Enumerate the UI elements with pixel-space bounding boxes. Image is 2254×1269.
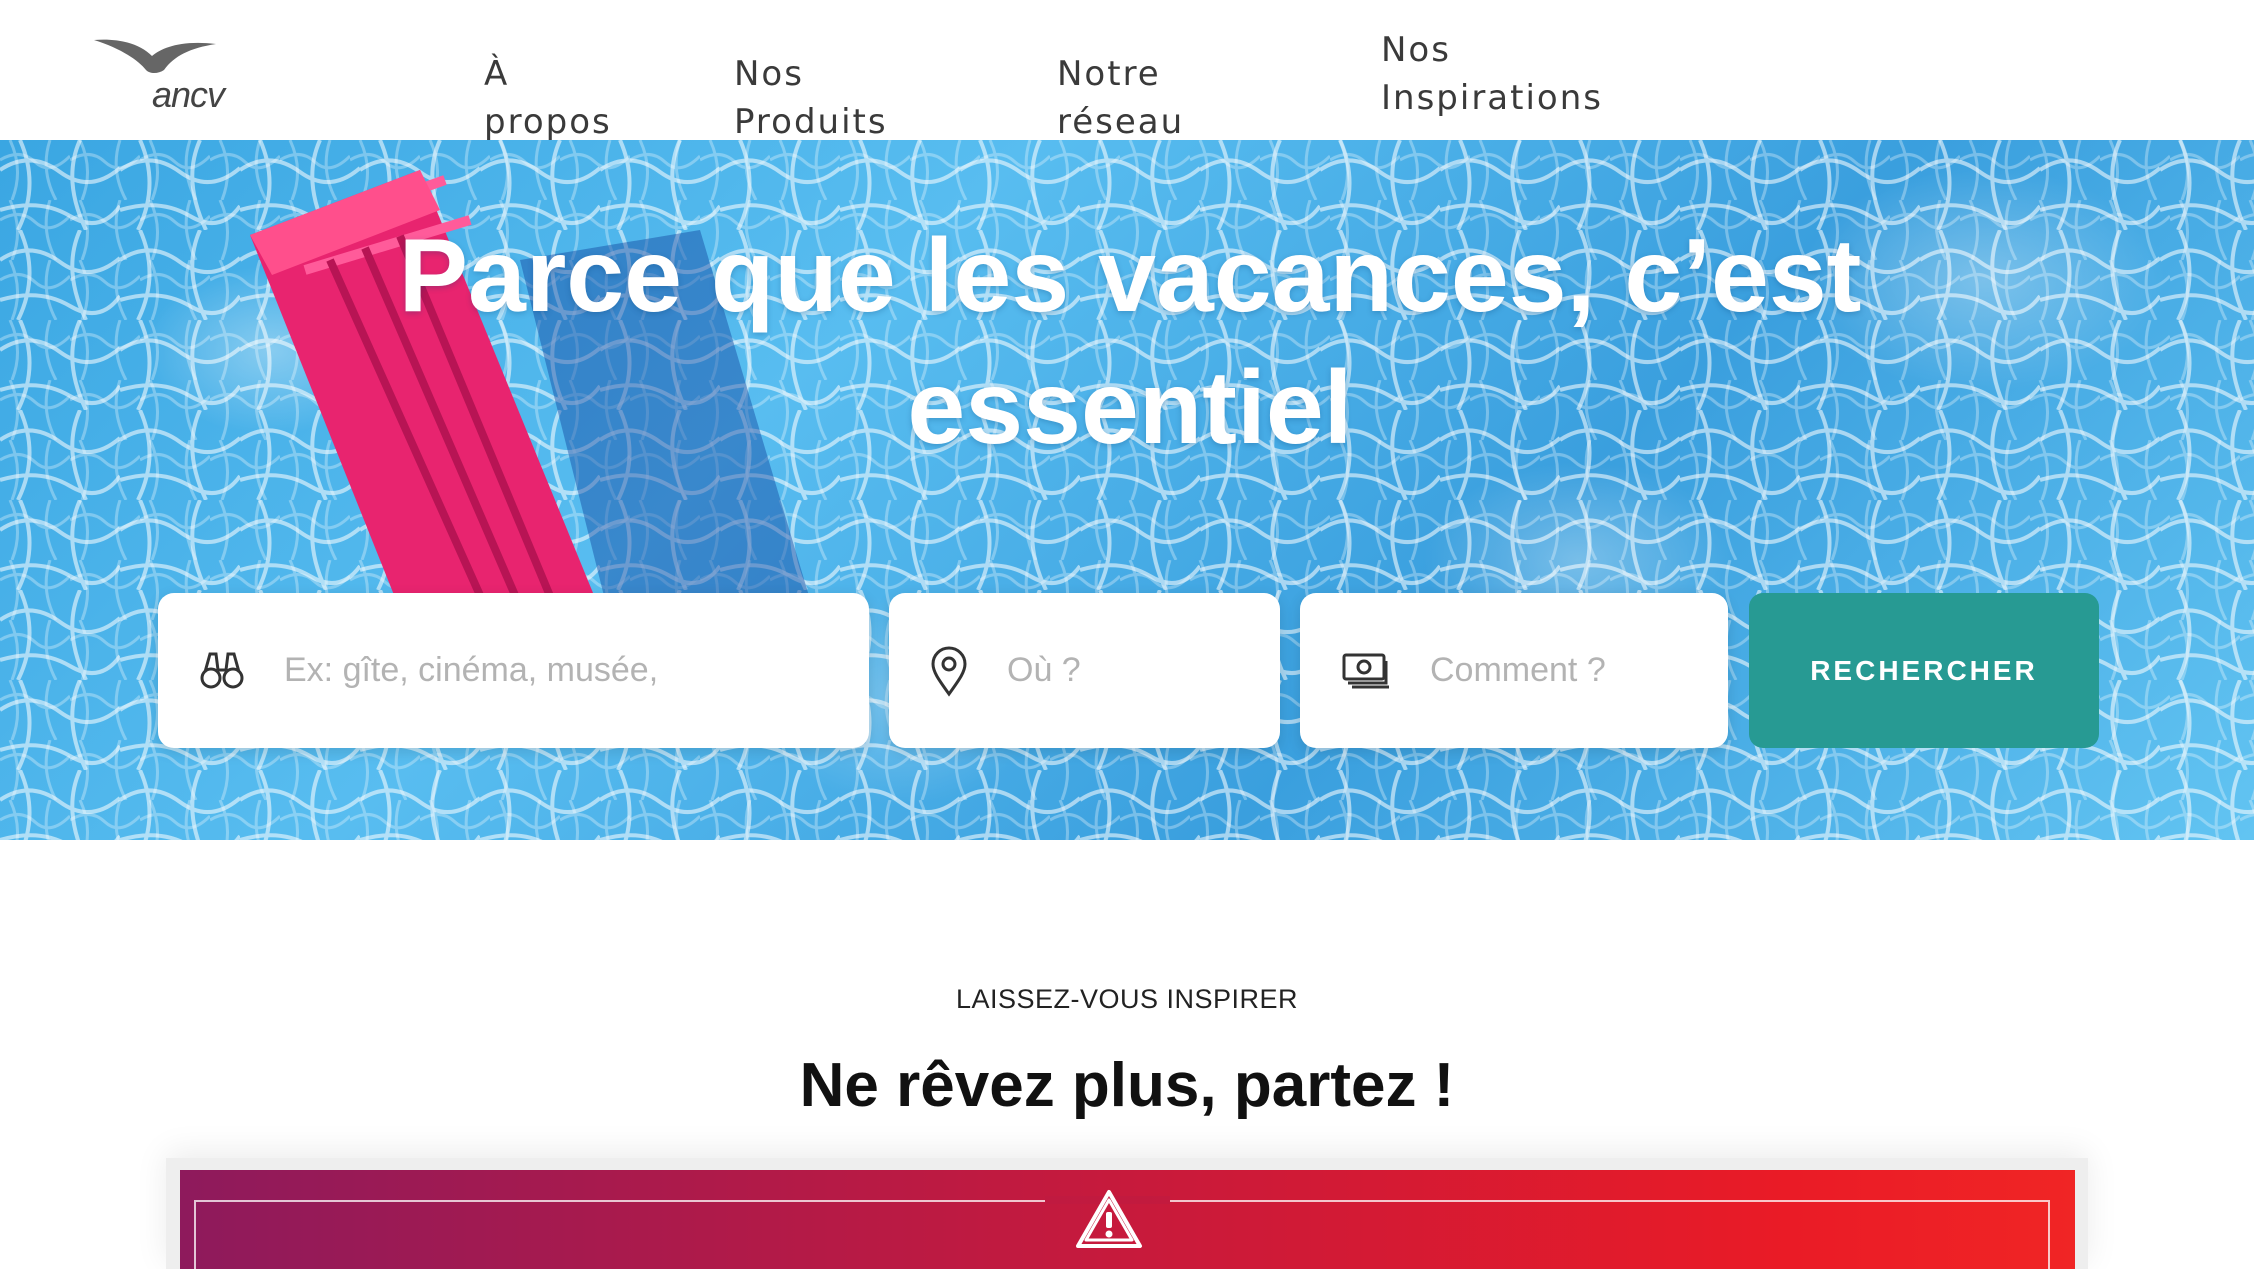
- search-how-field[interactable]: Comment ?: [1300, 593, 1728, 748]
- logo-text: ancv: [152, 74, 225, 115]
- site-header: ancv À propos Nos Produits Notre réseau …: [0, 0, 2254, 142]
- search-what-field[interactable]: Ex: gîte, cinéma, musée,: [158, 593, 869, 748]
- section-eyebrow: LAISSEZ-VOUS INSPIRER: [955, 984, 1299, 1014]
- banknotes-icon: [1342, 653, 1389, 689]
- search-how-placeholder: Comment ?: [1430, 651, 1606, 689]
- nav-item-a-propos[interactable]: À propos: [484, 50, 612, 146]
- search-where-placeholder: Où ?: [1007, 651, 1081, 689]
- nav-item-label-line2: Inspirations: [1381, 78, 1603, 118]
- section-title: Ne rêvez plus, partez !: [799, 1051, 1455, 1120]
- search-where-field[interactable]: Où ?: [889, 593, 1280, 748]
- hero-banner: Parce que les vacances, c’est essentiel …: [0, 140, 2254, 840]
- hero-title: Parce que les vacances, c’est essentiel: [398, 218, 1862, 466]
- ancv-logo[interactable]: ancv: [90, 30, 250, 120]
- nav-item-notre-reseau[interactable]: Notre réseau: [1057, 50, 1184, 146]
- warning-triangle-icon: [1076, 1190, 1142, 1248]
- binoculars-icon: [200, 652, 244, 689]
- nav-item-nos-produits[interactable]: Nos Produits: [734, 50, 888, 146]
- nav-item-label-line1: Nos: [1381, 30, 1451, 70]
- nav-item-nos-inspirations[interactable]: Nos Inspirations: [1381, 26, 1603, 122]
- map-pin-icon: [931, 646, 967, 697]
- search-what-placeholder: Ex: gîte, cinéma, musée,: [284, 651, 659, 689]
- search-button[interactable]: RECHERCHER: [1749, 593, 2099, 748]
